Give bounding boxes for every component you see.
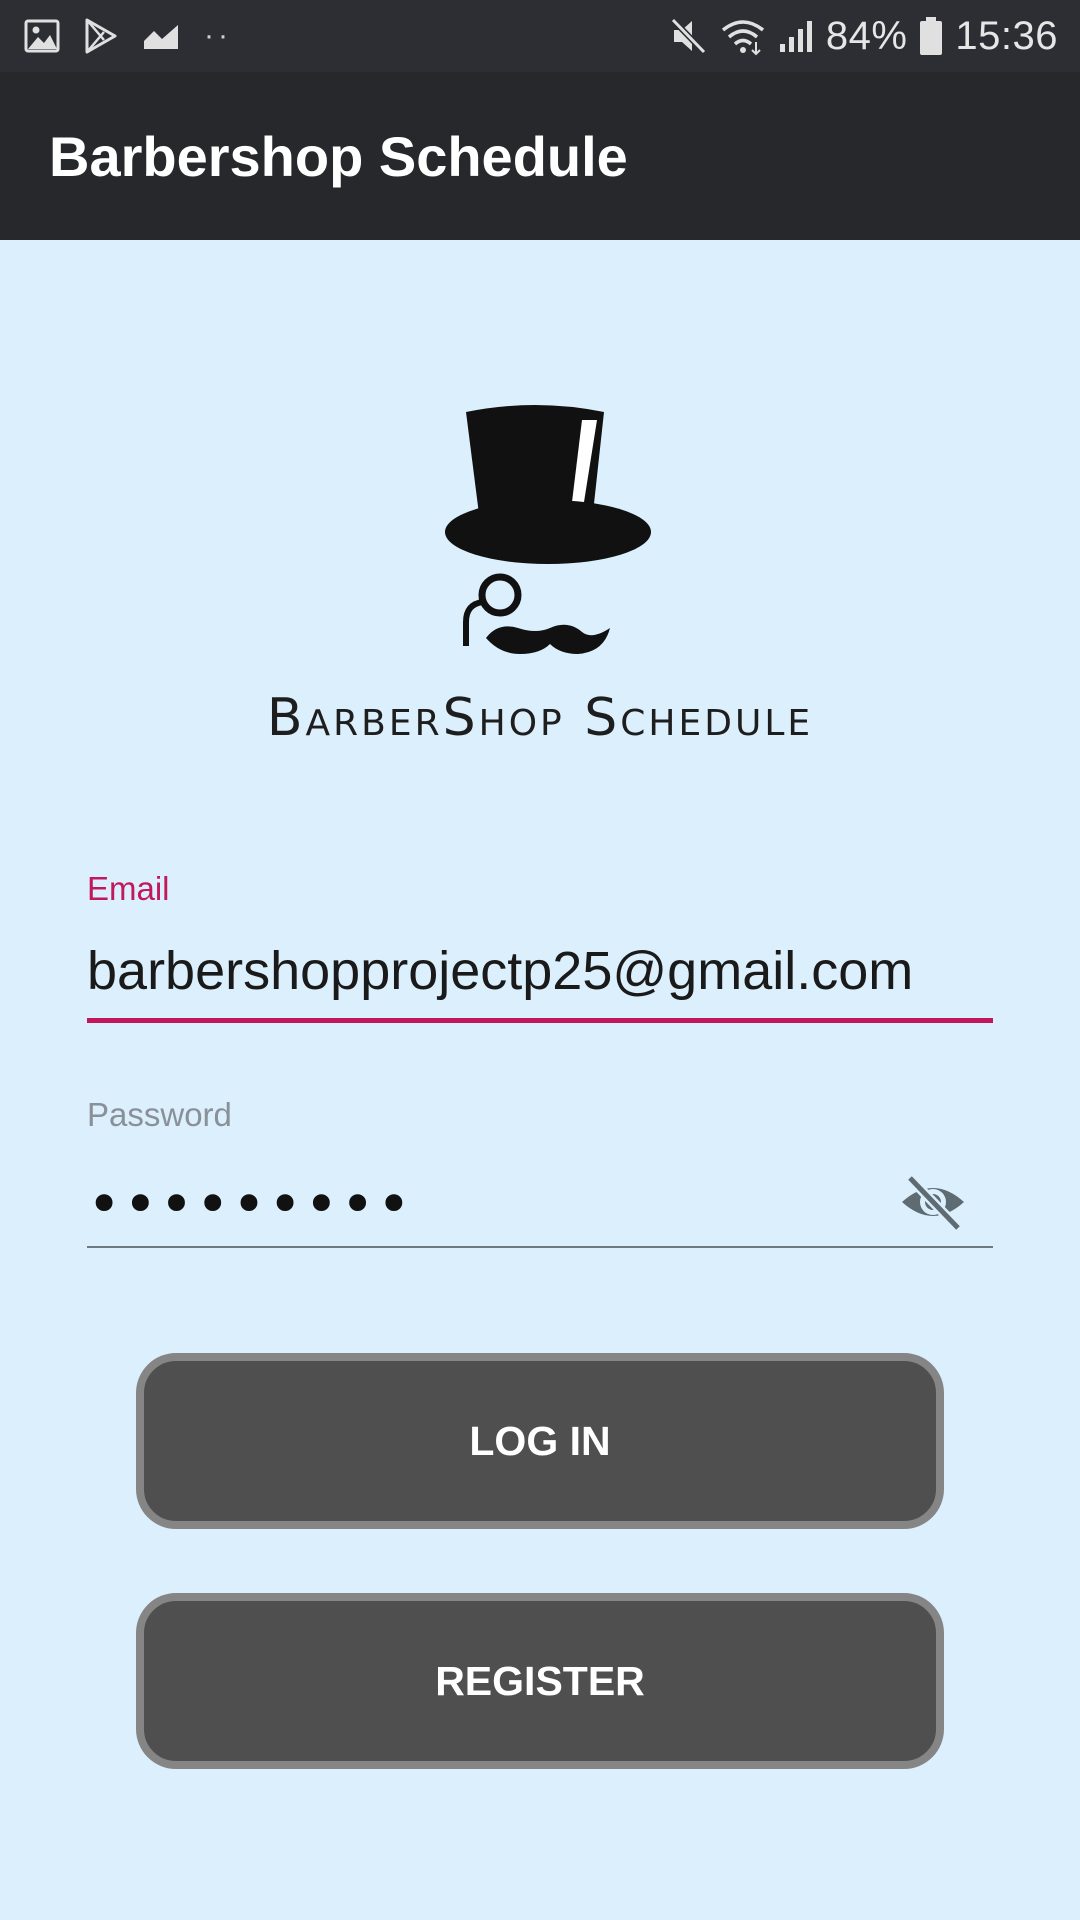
battery-icon xyxy=(920,17,943,55)
password-field[interactable]: ••••••••• xyxy=(87,1170,413,1238)
login-button[interactable]: LOG IN xyxy=(136,1353,944,1529)
logo-text: BarberShop Schedule xyxy=(266,688,814,748)
email-field[interactable]: barbershopprojectp25@gmail.com xyxy=(87,940,993,1010)
status-left-icons: ·· xyxy=(24,14,232,58)
clock: 15:36 xyxy=(955,13,1058,58)
wifi-icon xyxy=(721,20,764,56)
password-underline xyxy=(87,1246,993,1248)
signal-icon xyxy=(779,21,812,52)
app-title: Barbershop Schedule xyxy=(49,125,628,188)
play-store-icon xyxy=(85,18,117,54)
status-bar: ·· 84% 15:36 xyxy=(0,0,1080,72)
register-button[interactable]: REGISTER xyxy=(136,1593,944,1769)
email-underline xyxy=(87,1018,993,1023)
email-label: Email xyxy=(87,870,170,907)
gallery-icon xyxy=(24,19,60,53)
status-right-icons: 84% 15:36 xyxy=(668,10,1058,62)
mute-icon xyxy=(670,17,706,55)
stocks-icon xyxy=(144,25,178,49)
battery-percent: 84% xyxy=(825,13,908,58)
more-dots-icon: ·· xyxy=(204,19,232,52)
app-bar: Barbershop Schedule xyxy=(0,72,1080,240)
eye-off-icon[interactable] xyxy=(898,1172,968,1232)
top-hat-monocle-mustache-logo xyxy=(445,405,651,654)
password-label: Password xyxy=(87,1096,232,1133)
